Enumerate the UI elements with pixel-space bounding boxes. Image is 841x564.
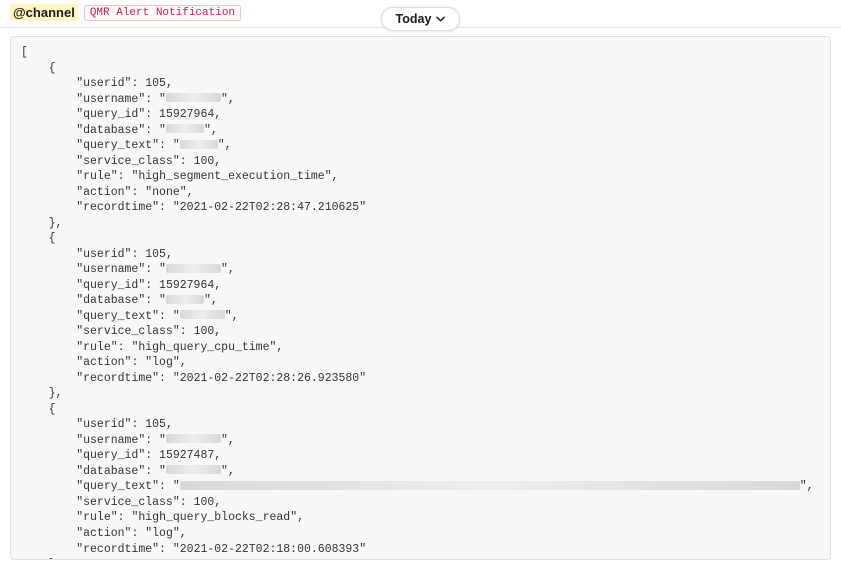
code-block: [ { "userid": 105, "username": "", "quer… (10, 36, 831, 560)
date-divider-pill[interactable]: Today (381, 7, 461, 31)
redacted-text (166, 93, 221, 102)
redacted-text (166, 295, 204, 304)
date-label: Today (396, 12, 432, 26)
redacted-text (166, 465, 221, 474)
redacted-text (166, 124, 204, 133)
message-header: @channel QMR Alert Notification Today (0, 0, 841, 28)
redacted-text (166, 434, 221, 443)
redacted-text (166, 264, 221, 273)
channel-mention[interactable]: @channel (10, 4, 78, 21)
redacted-text (180, 140, 218, 149)
redacted-text (180, 310, 225, 319)
redacted-text (180, 481, 800, 490)
chevron-down-icon (436, 16, 445, 22)
alert-tag: QMR Alert Notification (84, 5, 241, 21)
